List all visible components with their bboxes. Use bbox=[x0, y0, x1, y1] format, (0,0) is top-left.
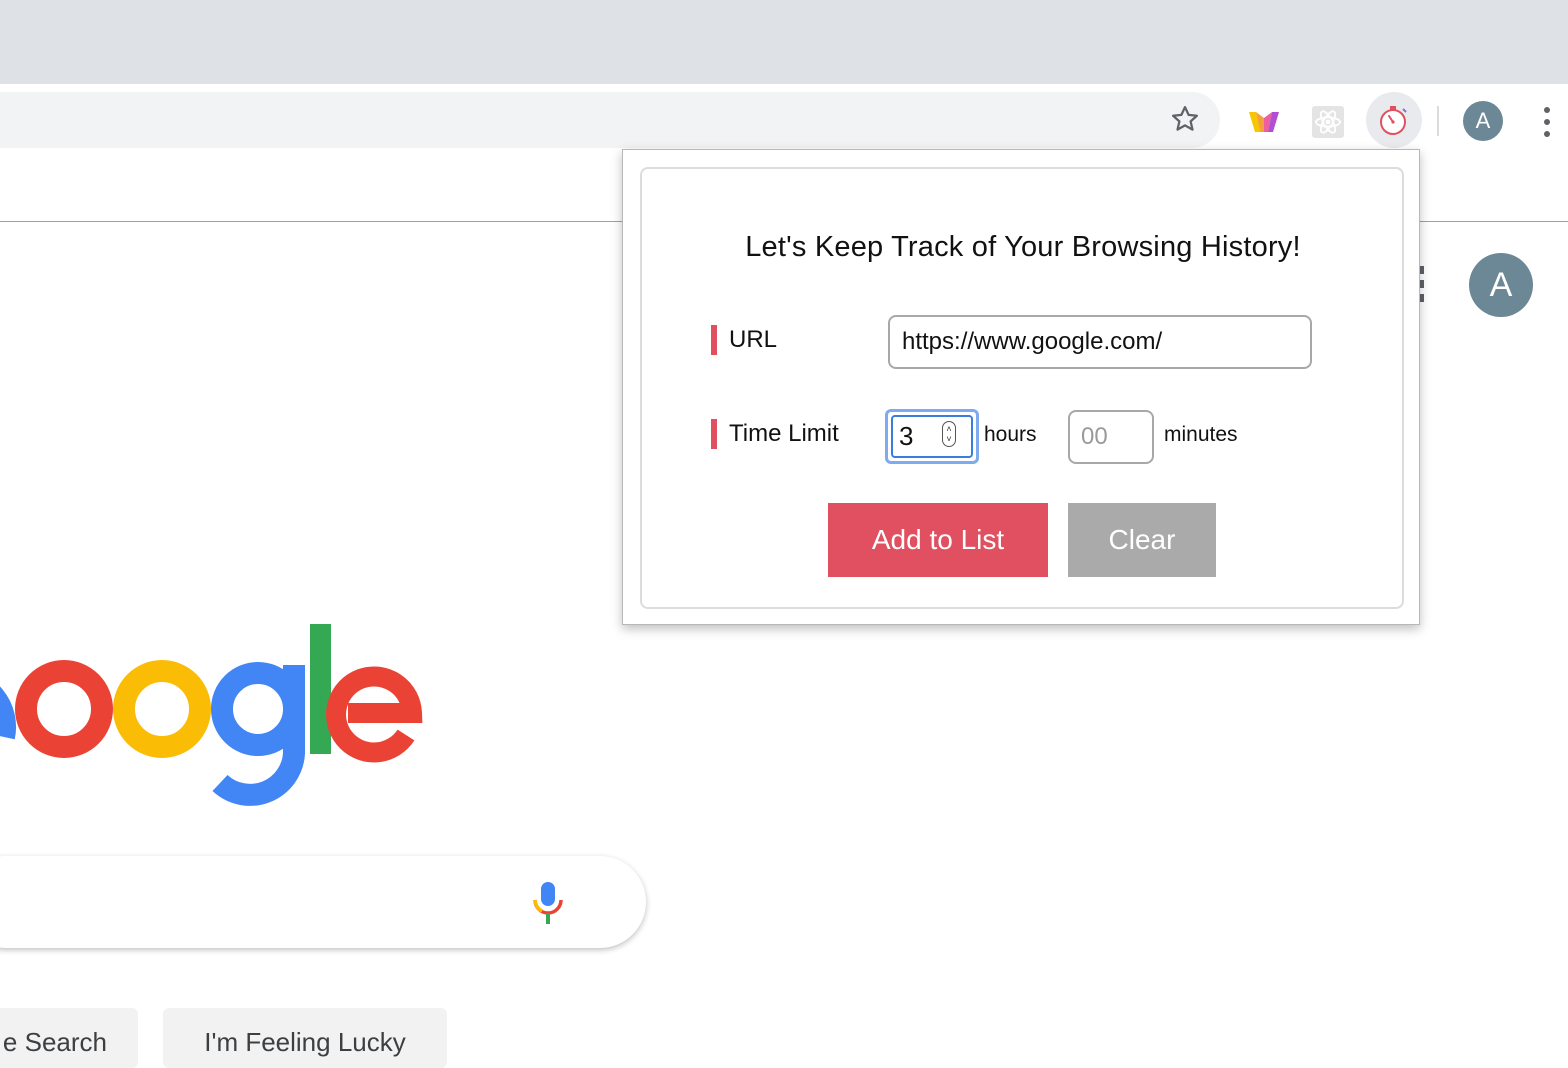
react-atom-icon[interactable] bbox=[1302, 96, 1354, 148]
feeling-lucky-button-label: I'm Feeling Lucky bbox=[204, 1027, 406, 1057]
three-dot-menu-icon[interactable] bbox=[1533, 102, 1561, 142]
time-limit-label: Time Limit bbox=[729, 420, 839, 447]
hours-spinner-icon[interactable]: ˄ ˅ bbox=[942, 421, 956, 447]
label-accent-bar bbox=[711, 419, 717, 449]
account-initial: A bbox=[1489, 265, 1513, 304]
microphone-icon[interactable] bbox=[528, 880, 568, 926]
popup-title: Let's Keep Track of Your Browsing Histor… bbox=[745, 231, 1301, 263]
address-bar[interactable] bbox=[0, 92, 1220, 148]
star-outline-icon[interactable] bbox=[1166, 100, 1204, 138]
hours-input-focus-ring: ˄˅ bbox=[885, 409, 979, 464]
tab-strip bbox=[0, 0, 1568, 84]
url-label: URL bbox=[729, 326, 778, 353]
google-search-input[interactable] bbox=[0, 856, 646, 948]
minutes-unit: minutes bbox=[1164, 423, 1238, 446]
label-accent-bar bbox=[711, 325, 717, 355]
stopwatch-icon[interactable] bbox=[1366, 92, 1422, 148]
google-search-button-label: e Search bbox=[2, 1027, 107, 1057]
google-logo bbox=[0, 597, 440, 827]
url-input[interactable] bbox=[888, 315, 1312, 369]
hours-unit: hours bbox=[984, 423, 1037, 446]
add-to-list-button[interactable]: Add to List bbox=[828, 503, 1048, 577]
time-limit-label-row: Time Limit bbox=[711, 419, 839, 449]
toolbar-separator bbox=[1437, 106, 1439, 136]
w-extension-icon[interactable] bbox=[1238, 96, 1290, 148]
hours-input[interactable] bbox=[891, 415, 973, 458]
clear-button[interactable]: Clear bbox=[1068, 503, 1216, 577]
popup-card: Let's Keep Track of Your Browsing Histor… bbox=[640, 167, 1404, 609]
browser-toolbar: A bbox=[0, 84, 1568, 158]
profile-initial: A bbox=[1475, 108, 1491, 133]
url-label-row: URL bbox=[711, 325, 777, 355]
extension-popup: Let's Keep Track of Your Browsing Histor… bbox=[622, 149, 1420, 625]
minutes-input[interactable] bbox=[1068, 410, 1154, 464]
google-search-button[interactable]: e Search bbox=[0, 1008, 138, 1068]
profile-avatar-button[interactable]: A bbox=[1463, 101, 1503, 141]
google-account-avatar[interactable]: A bbox=[1469, 253, 1533, 317]
feeling-lucky-button[interactable]: I'm Feeling Lucky bbox=[163, 1008, 447, 1068]
